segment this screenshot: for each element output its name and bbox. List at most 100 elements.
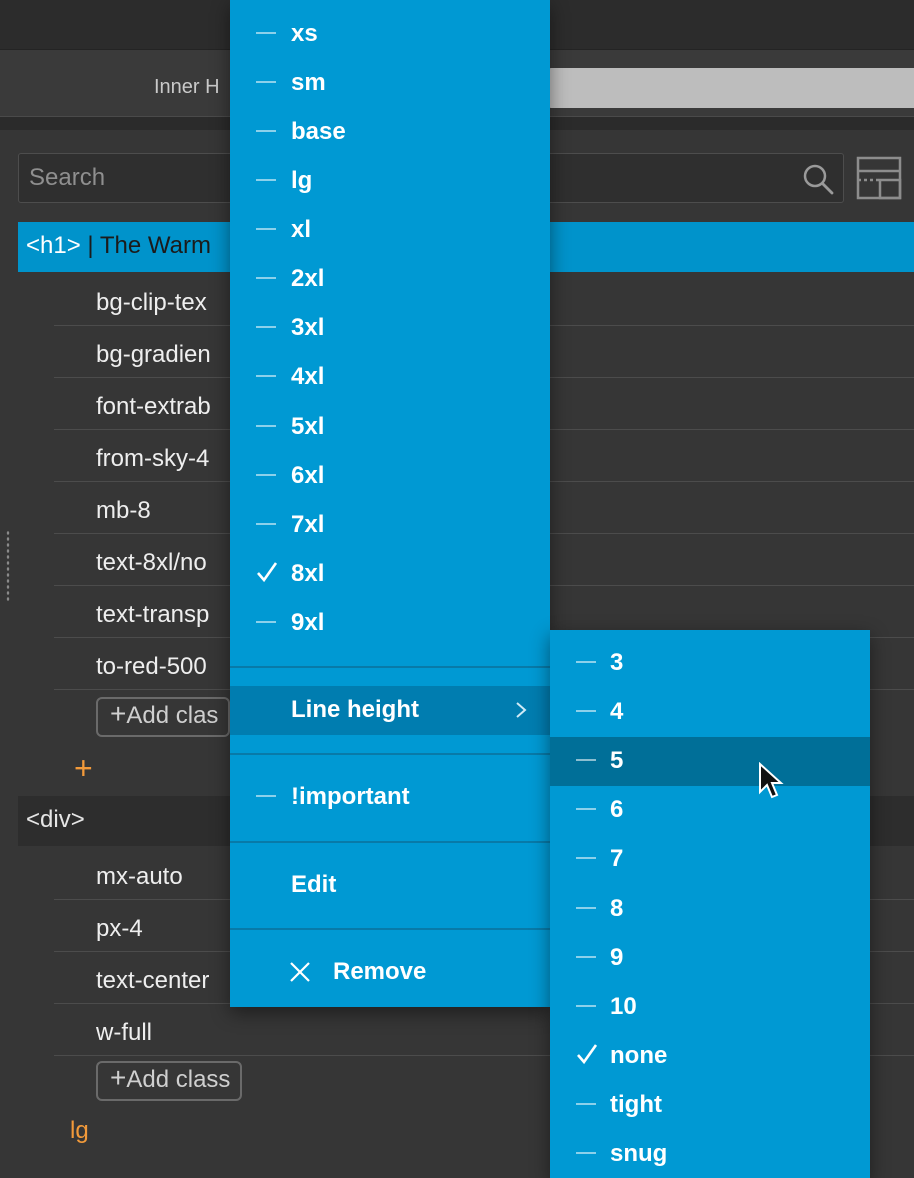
- class-label: text-8xl/no: [96, 549, 207, 576]
- menu-item-size[interactable]: 2xl: [230, 255, 550, 304]
- class-label: bg-clip-tex: [96, 289, 207, 316]
- menu-item-label: 8xl: [291, 560, 325, 587]
- class-label: w-full: [96, 1019, 153, 1046]
- menu-item-size[interactable]: xl: [230, 206, 550, 255]
- menu-item-label: Remove: [333, 958, 427, 985]
- add-element-plus-icon[interactable]: +: [74, 750, 93, 787]
- menu-separator: [230, 753, 550, 755]
- class-label: px-4: [96, 915, 143, 942]
- menu-item-label: 3xl: [291, 314, 325, 341]
- menu-item-label: xs: [291, 20, 318, 47]
- close-icon: [290, 962, 310, 982]
- unchecked-dash-icon: [576, 759, 596, 761]
- submenu-item[interactable]: none: [550, 1032, 870, 1081]
- unchecked-dash-icon: [256, 32, 276, 34]
- menu-item-size[interactable]: sm: [230, 59, 550, 108]
- class-label: to-red-500: [96, 653, 207, 680]
- search-icon[interactable]: [801, 162, 835, 196]
- menu-item-label: Edit: [291, 871, 337, 898]
- submenu-item[interactable]: tight: [550, 1081, 870, 1130]
- submenu-item-label: tight: [610, 1091, 662, 1118]
- unchecked-dash-icon: [256, 474, 276, 476]
- unchecked-dash-icon: [256, 425, 276, 427]
- menu-item-important[interactable]: !important: [230, 773, 550, 822]
- submenu-item[interactable]: 9: [550, 934, 870, 983]
- class-label: mb-8: [96, 497, 151, 524]
- plus-icon: +: [110, 1062, 127, 1093]
- menu-item-label: !important: [291, 783, 410, 810]
- element-tag: <h1>: [26, 232, 81, 259]
- menu-item-size[interactable]: 8xl: [230, 550, 550, 599]
- add-class-button[interactable]: +Add clas: [96, 697, 231, 737]
- menu-item-size[interactable]: 4xl: [230, 353, 550, 402]
- submenu-item-label: 3: [610, 649, 624, 676]
- menu-item-size[interactable]: 6xl: [230, 452, 550, 501]
- submenu-item[interactable]: 3: [550, 639, 870, 688]
- unchecked-dash-icon: [576, 661, 596, 663]
- submenu-item-label: 6: [610, 796, 624, 823]
- unchecked-dash-icon: [256, 179, 276, 181]
- menu-item-size[interactable]: 7xl: [230, 501, 550, 550]
- menu-item-size[interactable]: lg: [230, 157, 550, 206]
- submenu-item[interactable]: 6: [550, 786, 870, 835]
- add-class-label: Add clas: [126, 702, 219, 729]
- layout-toggle-icon[interactable]: [856, 156, 902, 200]
- class-label: from-sky-4: [96, 445, 210, 472]
- unchecked-dash-icon: [256, 523, 276, 525]
- menu-item-line-height[interactable]: Line height: [230, 686, 550, 735]
- menu-item-label: 5xl: [291, 413, 325, 440]
- menu-item-size[interactable]: base: [230, 108, 550, 157]
- unchecked-dash-icon: [256, 795, 276, 797]
- menu-separator: [230, 841, 550, 843]
- class-label: mx-auto: [96, 863, 183, 890]
- context-menu: xs sm base lg xl 2xl 3xl 4xl 5xl 6xl 7xl…: [230, 0, 550, 1007]
- unchecked-dash-icon: [576, 1005, 596, 1007]
- class-label: font-extrab: [96, 393, 211, 420]
- submenu-item[interactable]: 10: [550, 983, 870, 1032]
- unchecked-dash-icon: [256, 621, 276, 623]
- submenu-item[interactable]: 4: [550, 688, 870, 737]
- menu-item-label: 9xl: [291, 609, 325, 636]
- add-class-button[interactable]: +Add class: [96, 1061, 243, 1101]
- unchecked-dash-icon: [576, 1152, 596, 1154]
- class-label: text-center: [96, 967, 210, 994]
- submenu-item[interactable]: snug: [550, 1130, 870, 1178]
- menu-item-label: sm: [291, 69, 326, 96]
- menu-item-label: xl: [291, 216, 312, 243]
- add-class-label: Add class: [126, 1066, 231, 1093]
- submenu-item[interactable]: 8: [550, 885, 870, 934]
- menu-separator: [230, 666, 550, 668]
- menu-item-size[interactable]: xs: [230, 10, 550, 59]
- unchecked-dash-icon: [256, 228, 276, 230]
- menu-item-label: 4xl: [291, 363, 325, 390]
- class-label: text-transp: [96, 601, 210, 628]
- submenu-item-label: 5: [610, 747, 624, 774]
- inner-label: Inner H: [154, 76, 220, 98]
- menu-item-size[interactable]: 5xl: [230, 403, 550, 452]
- submenu-item-label: 7: [610, 845, 624, 872]
- submenu-item-hovered[interactable]: 5: [550, 737, 870, 786]
- unchecked-dash-icon: [576, 1103, 596, 1105]
- menu-item-label: lg: [291, 167, 313, 194]
- menu-item-size[interactable]: 3xl: [230, 304, 550, 353]
- menu-item-label: 7xl: [291, 511, 325, 538]
- submenu-item-label: none: [610, 1042, 668, 1069]
- unchecked-dash-icon: [256, 81, 276, 83]
- checkmark-icon: [577, 1044, 598, 1065]
- menu-item-remove[interactable]: Remove: [230, 948, 550, 997]
- menu-item-size[interactable]: 9xl: [230, 599, 550, 648]
- chevron-right-icon: [516, 702, 527, 718]
- menu-item-label: 6xl: [291, 462, 325, 489]
- unchecked-dash-icon: [256, 375, 276, 377]
- inner-slider-track[interactable]: [548, 68, 914, 108]
- unchecked-dash-icon: [576, 710, 596, 712]
- submenu-item-label: 4: [610, 698, 624, 725]
- element-text: | The Warm: [80, 232, 211, 259]
- submenu-item[interactable]: 7: [550, 835, 870, 884]
- menu-item-edit[interactable]: Edit: [230, 861, 550, 910]
- submenu-item-label: snug: [610, 1140, 668, 1167]
- submenu-item-label: 8: [610, 895, 624, 922]
- unchecked-dash-icon: [256, 277, 276, 279]
- resize-grip[interactable]: [6, 530, 10, 602]
- class-label: bg-gradien: [96, 341, 211, 368]
